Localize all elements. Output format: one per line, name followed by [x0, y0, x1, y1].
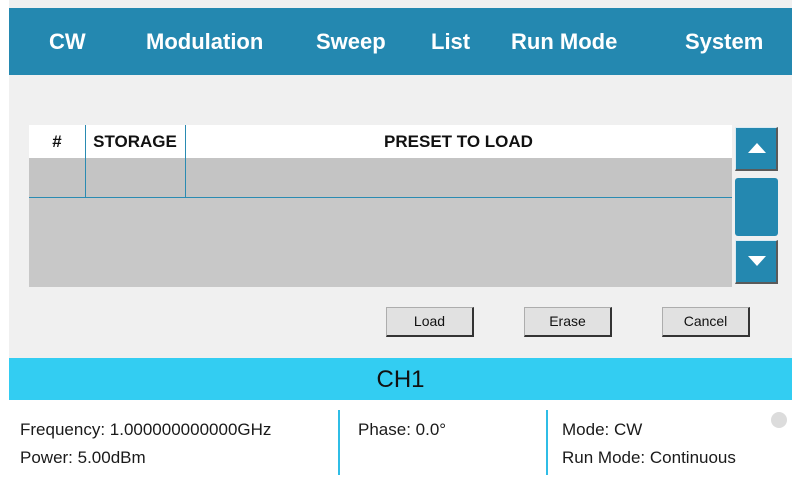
status-divider: [546, 410, 548, 475]
menu-modulation[interactable]: Modulation: [146, 8, 263, 75]
phase-readout: Phase: 0.0°: [358, 420, 447, 439]
column-divider: [185, 125, 186, 197]
preset-table: # STORAGE PRESET TO LOAD: [29, 125, 732, 287]
column-header-storage: STORAGE: [93, 132, 177, 151]
power-readout: Power: 5.00dBm: [20, 448, 146, 467]
scrollbar-thumb[interactable]: [735, 178, 778, 236]
status-indicator-icon: [771, 412, 787, 428]
mode-readout: Mode: CW: [562, 420, 643, 439]
menu-list[interactable]: List: [431, 8, 470, 75]
run-mode-readout: Run Mode: Continuous: [562, 448, 736, 467]
column-header-preset: PRESET TO LOAD: [384, 132, 533, 151]
scroll-up-button[interactable]: [735, 127, 778, 171]
menu-system[interactable]: System: [685, 8, 763, 75]
triangle-down-icon: [748, 256, 766, 266]
menu-run-mode[interactable]: Run Mode: [511, 8, 617, 75]
column-divider: [85, 125, 86, 197]
top-menu-bar: CW Modulation Sweep List Run Mode System: [9, 8, 792, 75]
table-row[interactable]: [29, 158, 732, 197]
row-divider: [29, 197, 732, 198]
frequency-readout: Frequency: 1.000000000000GHz: [20, 420, 272, 439]
channel-label: CH1: [9, 358, 792, 400]
column-header-index: #: [52, 132, 62, 151]
load-button[interactable]: Load: [386, 307, 474, 337]
menu-cw[interactable]: CW: [49, 8, 86, 75]
status-panel: Frequency: 1.000000000000GHz Power: 5.00…: [9, 400, 792, 481]
status-divider: [338, 410, 340, 475]
table-header: # STORAGE PRESET TO LOAD: [29, 125, 732, 158]
menu-sweep[interactable]: Sweep: [316, 8, 386, 75]
cancel-button[interactable]: Cancel: [662, 307, 750, 337]
triangle-up-icon: [748, 143, 766, 153]
erase-button[interactable]: Erase: [524, 307, 612, 337]
scroll-down-button[interactable]: [735, 240, 778, 284]
app-window: CW Modulation Sweep List Run Mode System…: [9, 0, 792, 481]
